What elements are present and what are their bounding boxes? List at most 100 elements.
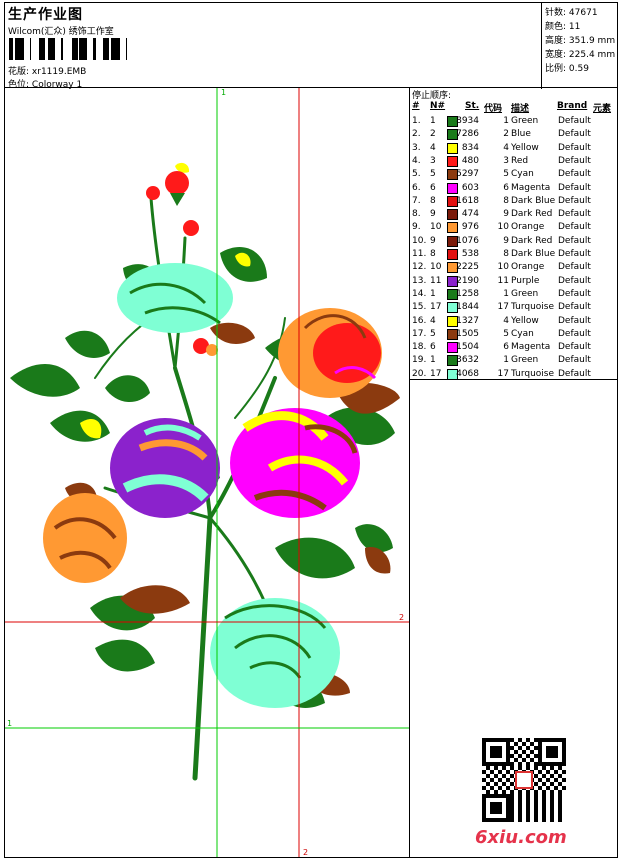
cell-desc: Cyan — [511, 328, 534, 339]
cell-code: 8 — [503, 195, 509, 206]
header-needle: N# — [430, 101, 446, 111]
stat-colors: 颜色: 11 — [545, 19, 580, 32]
bud — [165, 171, 189, 195]
stat-value: 47671 — [568, 8, 598, 18]
leaf — [10, 364, 80, 397]
stat-scale: 比例: 0.59 — [545, 61, 589, 74]
bud — [206, 344, 218, 356]
cell-needle: 2 — [430, 129, 436, 140]
cell-brand: Default — [558, 328, 591, 339]
leaf — [65, 330, 110, 358]
cell-num: 8. — [412, 209, 421, 220]
cell-num: 16. — [412, 315, 427, 326]
cell-st: 1076 — [456, 235, 479, 246]
cell-desc: Magenta — [511, 342, 551, 353]
main-stem — [192, 515, 213, 781]
cell-code: 11 — [497, 275, 509, 286]
cell-st: 2190 — [456, 275, 479, 286]
cell-st: 834 — [461, 142, 479, 153]
cell-st: 603 — [461, 182, 479, 193]
leaf — [50, 410, 110, 442]
cell-num: 2. — [412, 129, 421, 140]
cell-num: 10. — [412, 235, 427, 246]
cell-brand: Default — [558, 235, 591, 246]
sequence-row: 13. 11 2190 11 Purple Default — [410, 275, 619, 288]
leaf — [95, 639, 155, 672]
barcode — [9, 38, 127, 60]
cell-code: 8 — [503, 249, 509, 259]
cell-needle: 6 — [430, 182, 436, 193]
cell-code: 2 — [503, 129, 509, 140]
cell-brand: Default — [558, 195, 591, 206]
cell-needle: 5 — [430, 169, 436, 180]
cell-needle: 6 — [430, 342, 436, 353]
design-preview: 1 2 1 2 — [4, 88, 410, 858]
cell-needle: 1 — [430, 355, 436, 366]
cell-st: 1258 — [456, 288, 479, 299]
qr-code — [482, 738, 566, 822]
cell-needle: 8 — [430, 249, 436, 259]
cell-desc: Yellow — [511, 142, 539, 153]
guide-label-v1: 1 — [221, 88, 227, 97]
cell-desc: Green — [511, 355, 539, 366]
cell-desc: Magenta — [511, 182, 551, 193]
cell-code: 9 — [503, 209, 509, 220]
turquoise-flower-top — [117, 263, 233, 333]
sequence-row: 12. 10 2225 10 Orange Default — [410, 261, 619, 274]
stop-sequence-panel: 停止顺序: # N# St. 代码 描述 Brand 元素 1. 1 8934 1 Gr… — [409, 88, 618, 380]
cell-desc: Red — [511, 155, 529, 166]
cell-needle: 17 — [430, 302, 442, 313]
cell-brand: Default — [558, 262, 591, 273]
orange-rose — [43, 493, 127, 583]
sequence-row: 9. 10 976 10 Orange Default — [410, 221, 619, 234]
cell-num: 3. — [412, 142, 421, 153]
cell-st: 5297 — [456, 169, 479, 180]
cell-desc: Dark Blue — [511, 249, 556, 259]
cell-st: 480 — [461, 155, 479, 166]
embroidery-artwork — [5, 88, 409, 857]
color-swatch — [447, 209, 458, 221]
petal — [117, 263, 233, 333]
header-description: 描述 — [511, 104, 530, 114]
cell-needle: 10 — [430, 262, 442, 273]
cell-num: 4. — [412, 155, 421, 166]
cell-brand: Default — [558, 129, 591, 140]
cell-num: 18. — [412, 342, 427, 353]
color-swatch — [447, 155, 458, 167]
design-value: xr1119.EMB — [31, 67, 87, 77]
cell-code: 1 — [503, 355, 509, 366]
cell-num: 15. — [412, 302, 427, 313]
cell-needle: 4 — [430, 315, 436, 326]
cell-needle: 10 — [430, 222, 442, 233]
stat-label: 针数: — [545, 8, 567, 18]
stat-stitches: 针数: 47671 — [545, 5, 598, 18]
stat-height: 高度: 351.9 mm — [545, 33, 615, 46]
leaf — [105, 375, 150, 403]
stats-panel: 针数: 47671 颜色: 11 高度: 351.9 mm 宽度: 225.4 … — [541, 3, 619, 89]
cell-num: 19. — [412, 355, 427, 366]
cell-brand: Default — [558, 142, 591, 153]
cell-code: 10 — [497, 262, 509, 273]
cell-needle: 1 — [430, 288, 436, 299]
color-swatch — [447, 182, 458, 194]
guide-label-v2: 2 — [303, 848, 309, 857]
cell-brand: Default — [558, 155, 591, 166]
guide-label-h1: 1 — [7, 719, 13, 728]
cell-code: 5 — [503, 328, 509, 339]
guide-label-h2: 2 — [399, 613, 405, 622]
cell-needle: 11 — [430, 275, 442, 286]
petal — [110, 418, 220, 518]
cell-st: 1327 — [456, 315, 479, 326]
cell-desc: Dark Blue — [511, 195, 556, 206]
sequence-header-row: # N# St. 代码 描述 Brand 元素 — [410, 101, 619, 114]
stat-width: 宽度: 225.4 mm — [545, 47, 615, 60]
sequence-row: 17. 5 1505 5 Cyan Default — [410, 328, 619, 341]
cell-st: 4068 — [456, 368, 479, 379]
cell-code: 5 — [503, 169, 509, 180]
cell-desc: Dark Red — [511, 209, 553, 220]
sequence-row: 18. 6 1504 6 Magenta Default — [410, 341, 619, 354]
sequence-row: 6. 6 603 6 Magenta Default — [410, 182, 619, 195]
turquoise-flower-bottom — [210, 598, 340, 708]
cell-needle: 3 — [430, 155, 436, 166]
watermark: 6xiu.com — [475, 827, 567, 848]
